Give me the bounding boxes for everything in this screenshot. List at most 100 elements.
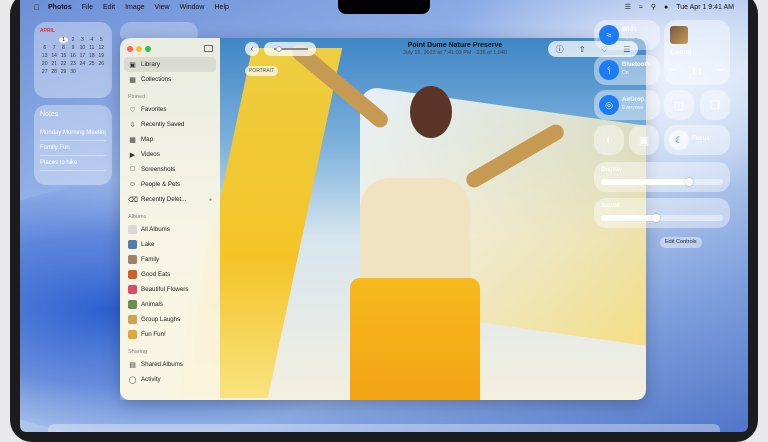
apple-menu-icon[interactable]: 	[34, 3, 40, 12]
sidebar-item-label: Family	[141, 256, 160, 263]
album-thumbnail	[128, 240, 137, 249]
menu-file[interactable]: File	[82, 4, 93, 11]
menu-help[interactable]: Help	[215, 4, 229, 11]
sidebar-item-label: Favorites	[141, 106, 167, 113]
pause-icon[interactable]: ❚❚	[691, 67, 703, 75]
lock-icon: ●	[208, 196, 212, 203]
cc-stage-manager-tile[interactable]: ◫	[664, 90, 694, 120]
bluetooth-icon[interactable]: ᛩ	[599, 60, 619, 80]
device:  Photos File Edit Image View Window Hel…	[0, 0, 768, 442]
cc-camera-tile[interactable]: ▣	[629, 125, 659, 155]
cc-airdrop-tile[interactable]: ◎ AirDrop Everyone	[594, 90, 660, 120]
sidebar-item-recently-saved[interactable]: ⇩ Recently Saved	[120, 117, 220, 132]
cc-focus-tile[interactable]: ☾ Focus	[664, 125, 730, 155]
menu-window[interactable]: Window	[180, 4, 205, 11]
zoom-knob[interactable]	[276, 46, 282, 52]
slider-knob[interactable]	[651, 214, 660, 222]
sidebar-item-screenshots[interactable]: □ Screenshots	[120, 162, 220, 177]
calendar-day: 18	[89, 53, 95, 59]
siri-icon[interactable]: ●	[664, 4, 668, 11]
minimize-button[interactable]	[136, 46, 142, 52]
sidebar-item-album[interactable]: Group Laughs	[120, 312, 220, 327]
sidebar-item-label: Lake	[141, 241, 155, 248]
sidebar-item-recently-deleted[interactable]: ⌫ Recently Delet... ●	[120, 192, 220, 207]
previous-track-icon[interactable]: ⏮	[670, 67, 676, 75]
wifi-status-icon[interactable]: ≈	[639, 4, 643, 11]
album-thumbnail	[128, 300, 137, 309]
slider-knob[interactable]	[684, 178, 693, 186]
calendar-day: 2	[71, 37, 75, 43]
sidebar-item-label: Good Eats	[141, 271, 171, 278]
volume-slider[interactable]	[601, 214, 723, 222]
camera-notch	[338, 0, 430, 14]
sidebar-item-people-pets[interactable]: ☺ People & Pets	[120, 177, 220, 192]
media-controls: ⏮ ❚❚ ⏭	[670, 67, 724, 75]
sidebar-item-map[interactable]: ▦ Map	[120, 132, 220, 147]
zoom-button[interactable]	[145, 46, 151, 52]
next-track-icon[interactable]: ⏭	[718, 67, 724, 75]
menu-clock[interactable]: Tue Apr 1 9:41 AM	[676, 4, 734, 11]
sidebar-toggle-icon[interactable]	[204, 45, 213, 52]
sidebar-item-album[interactable]: Fun Fun!	[120, 327, 220, 342]
sidebar-item-favorites[interactable]: ♡ Favorites	[120, 102, 220, 117]
sidebar-item-album[interactable]: All Albums	[120, 222, 220, 237]
sidebar-item-videos[interactable]: ▶ Videos	[120, 147, 220, 162]
edit-controls-button[interactable]: Edit Controls	[660, 237, 702, 248]
sidebar-item-library[interactable]: ▣ Library	[124, 57, 216, 72]
calendar-widget[interactable]: APRIL 1 2 3 4 5 6 7 8 9 10 11 12 13 14 15 16 17 18 19 20 21 2…	[34, 22, 112, 98]
cc-airdrop-label: AirDrop	[622, 97, 645, 103]
sidebar-item-activity[interactable]: ◯ Activity	[120, 372, 220, 387]
photo-skirt	[350, 278, 480, 400]
calendar-day: 22	[60, 61, 67, 67]
menu-image[interactable]: Image	[125, 4, 144, 11]
zoom-slider[interactable]	[264, 42, 316, 56]
sidebar-item-label: Videos	[141, 151, 160, 158]
cc-wifi-tile[interactable]: ≈ Wi-Fi Home Wi-Fi	[594, 20, 660, 50]
sidebar-item-label: People & Pets	[141, 181, 181, 188]
calendar-day: 15	[60, 53, 67, 59]
display-brightness-slider[interactable]	[601, 178, 723, 186]
back-button[interactable]: ‹	[245, 42, 259, 56]
shared-album-icon: ▤	[129, 361, 136, 369]
sidebar-item-collections[interactable]: ▦ Collections	[120, 72, 220, 87]
calendar-day: 9	[71, 45, 75, 51]
sidebar-item-album[interactable]: Lake	[120, 237, 220, 252]
notes-widget[interactable]: Notes Monday Morning Meeting Family Fun …	[34, 105, 112, 185]
calendar-day: 12	[98, 45, 105, 51]
sidebar-item-album[interactable]: Beautiful Flowers	[120, 282, 220, 297]
slider-fill	[601, 179, 689, 185]
sidebar-section-sharing: Sharing	[128, 349, 147, 355]
sidebar-item-label: Shared Albums	[141, 361, 183, 368]
moon-icon[interactable]: ☾	[669, 130, 689, 150]
menu-edit[interactable]: Edit	[103, 4, 115, 11]
note-item[interactable]: Places to hike	[40, 156, 106, 171]
cc-wifi-sub: Home Wi-Fi	[622, 35, 649, 41]
menu-app-name[interactable]: Photos	[48, 4, 72, 11]
note-item[interactable]: Family Fun	[40, 141, 106, 156]
calendar-day: 4	[90, 37, 94, 43]
cc-bluetooth-tile[interactable]: ᛩ Bluetooth On	[594, 55, 660, 85]
portrait-badge[interactable]: PORTRAIT	[245, 66, 279, 76]
calendar-day: 27	[41, 69, 48, 75]
sidebar-item-album[interactable]: Animals	[120, 297, 220, 312]
calendar-day: 1	[58, 37, 69, 43]
note-item[interactable]: Monday Morning Meeting	[40, 126, 106, 141]
wifi-icon[interactable]: ≈	[599, 25, 619, 45]
search-icon[interactable]: ⚲	[651, 3, 656, 11]
albums-list: All Albums Lake Family Good Eats Beautiful F…	[120, 222, 220, 342]
sidebar-item-album[interactable]: Family	[120, 252, 220, 267]
sidebar-item-album[interactable]: Good Eats	[120, 267, 220, 282]
airdrop-icon[interactable]: ◎	[599, 95, 619, 115]
cc-dark-mode-tile[interactable]: ◐	[594, 125, 624, 155]
cc-now-playing-tile[interactable]: Control Syd – Broken Heart... ⏮ ❚❚ ⏭	[664, 20, 730, 85]
info-icon[interactable]: ⓘ	[556, 44, 564, 55]
control-center-icon[interactable]: ☰	[625, 3, 631, 11]
cc-screen-mirroring-tile[interactable]: ❐	[700, 90, 730, 120]
sidebar-item-label: Collections	[141, 76, 172, 83]
menu-view[interactable]: View	[155, 4, 170, 11]
sidebar-item-shared-albums[interactable]: ▤ Shared Albums	[120, 357, 220, 372]
sidebar-item-label: Beautiful Flowers	[141, 286, 189, 293]
close-button[interactable]	[127, 46, 133, 52]
share-icon[interactable]: ⇧	[579, 45, 586, 54]
calendar-day: 20	[41, 61, 48, 67]
